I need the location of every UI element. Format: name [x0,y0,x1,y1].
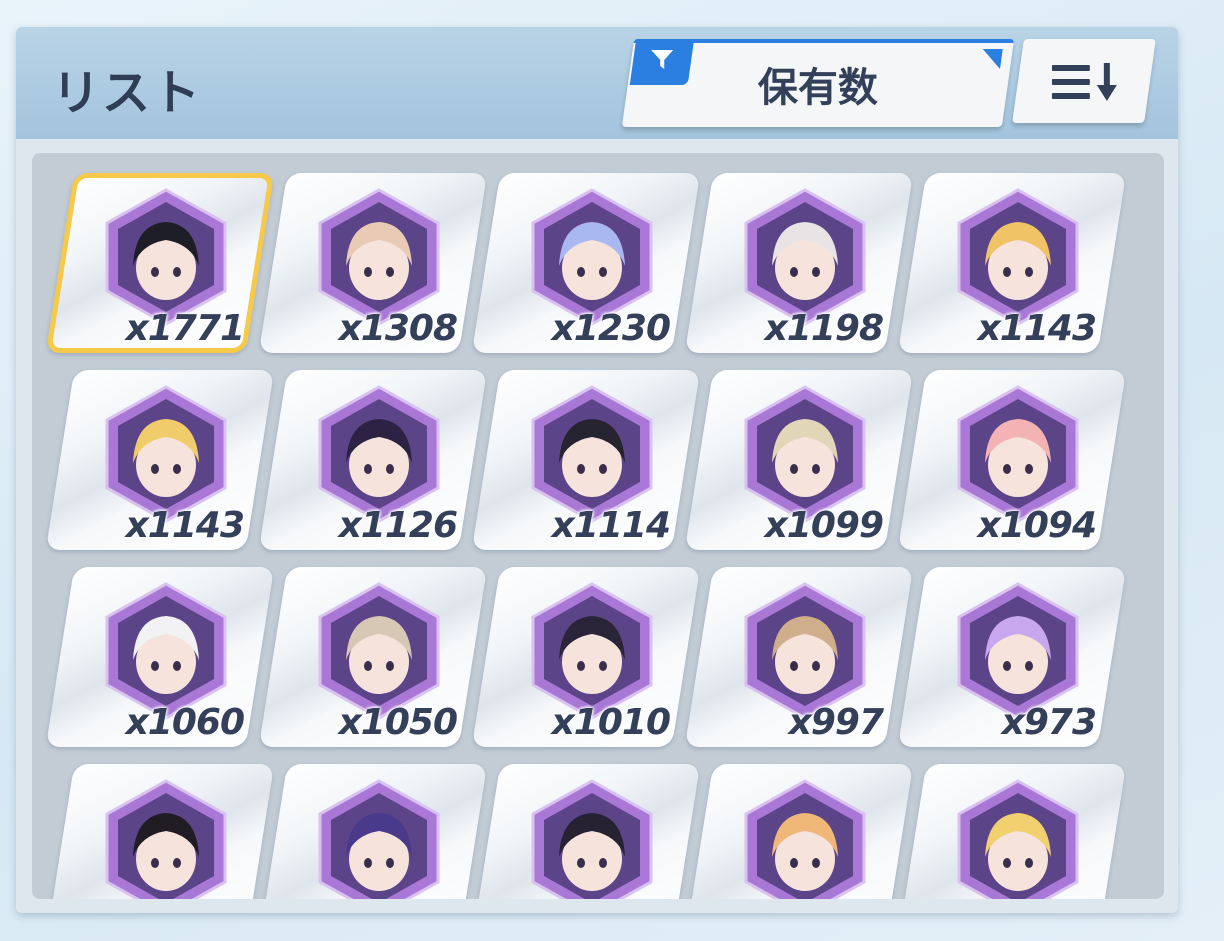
item-count: x1230 [551,308,671,349]
item-count: x973 [1001,702,1097,743]
character-portrait-icon [103,779,229,899]
item-card[interactable]: x1114 [471,370,701,550]
character-portrait-icon [316,779,442,899]
character-portrait-icon [955,582,1081,720]
character-portrait-icon [742,188,868,326]
character-portrait-icon [955,385,1081,523]
item-card[interactable]: x1060 [45,567,275,747]
item-card[interactable]: x1230 [471,173,701,353]
character-portrait-icon [316,582,442,720]
item-count: x1050 [338,702,458,743]
item-card[interactable] [684,764,914,899]
item-card[interactable]: x1308 [258,173,488,353]
item-card[interactable]: x1099 [684,370,914,550]
filter-dropdown[interactable]: 保有数 [621,39,1015,127]
item-count: x1099 [764,505,884,546]
item-count: x1126 [338,505,458,546]
item-grid-area[interactable]: x1771 x1308 x1230 x1198 x1143 x1143 x1126 x1114… [32,153,1164,899]
item-count: x1010 [551,702,671,743]
item-card[interactable]: x1771 [45,173,275,353]
item-card[interactable]: x1010 [471,567,701,747]
item-card[interactable] [471,764,701,899]
item-card[interactable]: x973 [897,567,1127,747]
character-portrait-icon [103,385,229,523]
character-portrait-icon [529,188,655,326]
filter-label: 保有数 [757,65,878,111]
item-count: x1143 [977,308,1097,349]
sort-descending-icon [1051,63,1117,101]
item-card[interactable]: x997 [684,567,914,747]
item-count: x1114 [551,505,671,546]
item-card[interactable]: x1126 [258,370,488,550]
item-card[interactable] [258,764,488,899]
character-portrait-icon [955,188,1081,326]
item-card[interactable]: x1094 [897,370,1127,550]
dropdown-corner-icon [979,49,1003,69]
item-card[interactable] [45,764,275,899]
character-portrait-icon [742,582,868,720]
item-count: x1060 [125,702,245,743]
character-portrait-icon [955,779,1081,899]
character-portrait-icon [316,188,442,326]
character-portrait-icon [742,385,868,523]
list-panel: リスト 保有数 x1771 x1308 x1230 x1198 x1143 x1143 x1… [16,27,1178,913]
item-count: x1308 [338,308,458,349]
character-portrait-icon [316,385,442,523]
panel-title: リスト [52,65,203,121]
item-count: x1143 [125,505,245,546]
panel-header: リスト 保有数 [16,27,1178,139]
character-portrait-icon [103,582,229,720]
character-portrait-icon [103,188,229,326]
item-grid: x1771 x1308 x1230 x1198 x1143 x1143 x1126 x1114… [45,173,1127,899]
item-count: x1771 [125,308,245,349]
item-count: x1198 [764,308,884,349]
character-portrait-icon [529,385,655,523]
item-card[interactable]: x1143 [897,173,1127,353]
item-count: x997 [788,702,884,743]
sort-button[interactable] [1012,39,1156,123]
item-card[interactable]: x1143 [45,370,275,550]
item-card[interactable]: x1198 [684,173,914,353]
item-card[interactable]: x1050 [258,567,488,747]
item-card[interactable] [897,764,1127,899]
character-portrait-icon [742,779,868,899]
character-portrait-icon [529,582,655,720]
item-count: x1094 [977,505,1097,546]
character-portrait-icon [529,779,655,899]
